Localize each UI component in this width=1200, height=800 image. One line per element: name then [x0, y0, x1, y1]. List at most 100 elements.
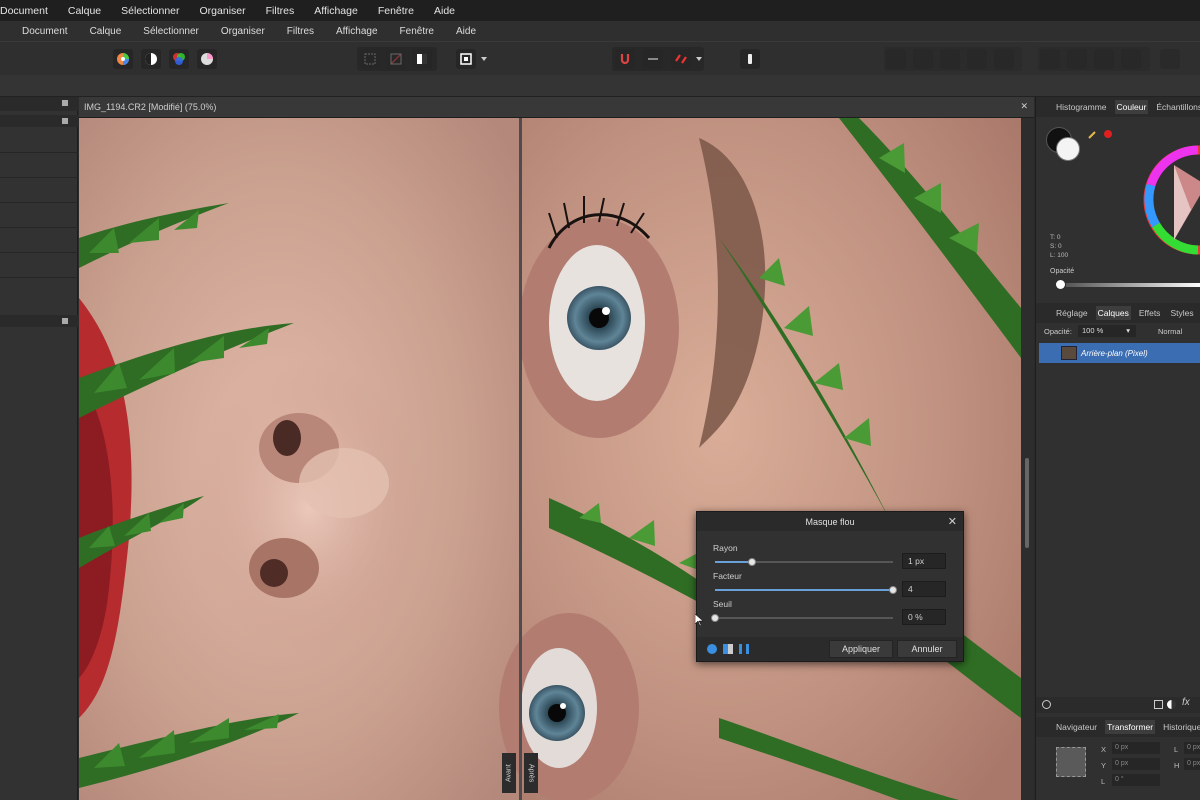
app-menu-document[interactable]: Document: [22, 26, 68, 37]
menu-fenetre[interactable]: Fenêtre: [378, 5, 414, 17]
anchor-point-icon[interactable]: [1056, 747, 1086, 777]
quick-mask-icon[interactable]: [456, 49, 476, 69]
menu-selectionner[interactable]: Sélectionner: [121, 5, 179, 17]
intersect-shape-icon[interactable]: [1094, 49, 1114, 69]
bar-icon[interactable]: [643, 49, 663, 69]
menu-filtres[interactable]: Filtres: [266, 5, 295, 17]
panel-menu-icon[interactable]: [62, 118, 68, 124]
image-canvas[interactable]: Avant Après: [79, 118, 1021, 800]
magnet-icon[interactable]: [615, 49, 635, 69]
opacity-slider[interactable]: [1066, 283, 1200, 287]
contrast-icon[interactable]: [141, 49, 161, 69]
chevron-down-icon[interactable]: [694, 49, 704, 69]
menu-organiser[interactable]: Organiser: [200, 5, 246, 17]
add-shape-icon[interactable]: [1040, 49, 1060, 69]
tab-historique[interactable]: Historique: [1161, 720, 1200, 734]
app-menu-aide[interactable]: Aide: [456, 26, 476, 37]
tab-effets[interactable]: Effets: [1137, 306, 1163, 320]
tab-reglage[interactable]: Réglage: [1054, 306, 1090, 320]
mirror-view-icon[interactable]: [739, 644, 749, 654]
cancel-button[interactable]: Annuler: [897, 640, 957, 658]
layer-options-icon[interactable]: [1042, 700, 1051, 709]
factor-input[interactable]: 4: [902, 581, 946, 597]
divider: [0, 227, 78, 228]
vertical-scrollbar[interactable]: [1021, 118, 1034, 800]
menu-aide[interactable]: Aide: [434, 5, 455, 17]
radius-input[interactable]: 1 px: [902, 553, 946, 569]
tab-echantillons[interactable]: Échantillons: [1154, 100, 1200, 114]
before-label: Avant: [502, 753, 516, 793]
add-layer-icon[interactable]: [1154, 700, 1163, 709]
align-right-icon[interactable]: [940, 49, 960, 69]
menu-document[interactable]: Document: [0, 5, 48, 17]
radius-slider-knob[interactable]: [748, 558, 757, 566]
align-center-icon[interactable]: [913, 49, 933, 69]
hand-tool-icon[interactable]: [740, 49, 760, 69]
extra-tool-icon[interactable]: [1160, 49, 1180, 69]
menu-affichage[interactable]: Affichage: [314, 5, 358, 17]
document-title: IMG_1194.CR2 [Modifié] (75.0%): [84, 102, 217, 112]
app-menu-calque[interactable]: Calque: [90, 26, 122, 37]
app-menu-selectionner[interactable]: Sélectionner: [143, 26, 199, 37]
tab-couleur[interactable]: Couleur: [1114, 100, 1149, 114]
tab-styles[interactable]: Styles: [1168, 306, 1195, 320]
apply-button[interactable]: Appliquer: [829, 640, 893, 658]
scrollbar-thumb[interactable]: [1025, 458, 1029, 548]
app-menu-affichage[interactable]: Affichage: [336, 26, 378, 37]
threshold-input[interactable]: 0 %: [902, 609, 946, 625]
factor-slider[interactable]: [715, 586, 897, 594]
layer-row-background[interactable]: Arrière-plan (Pixel): [1039, 343, 1200, 363]
factor-slider-knob[interactable]: [889, 586, 897, 594]
opacity-slider-knob[interactable]: [1056, 280, 1065, 289]
panel-menu-icon[interactable]: [62, 100, 68, 106]
blend-mode-select[interactable]: Normal: [1158, 327, 1182, 336]
tab-calques[interactable]: Calques: [1095, 306, 1131, 320]
marquee-icon[interactable]: [360, 49, 380, 69]
mouse-cursor-icon: [694, 613, 704, 627]
eyedropper-icon[interactable]: [1088, 129, 1098, 139]
fx-icon[interactable]: fx: [1182, 697, 1190, 708]
xor-shape-icon[interactable]: [1121, 49, 1141, 69]
transform-height-input[interactable]: 0 px: [1184, 758, 1200, 770]
transform-width-input[interactable]: 0 px: [1184, 742, 1200, 754]
subtract-shape-icon[interactable]: [1067, 49, 1087, 69]
app-menu-organiser[interactable]: Organiser: [221, 26, 265, 37]
chevron-down-icon[interactable]: ▾: [1126, 325, 1130, 337]
dialog-title-bar[interactable]: Masque flou ✕: [697, 512, 963, 531]
close-icon[interactable]: ✕: [1020, 101, 1028, 112]
align-bottom-icon[interactable]: [994, 49, 1014, 69]
transform-x-input[interactable]: 0 px: [1112, 742, 1160, 754]
dialog-title: Masque flou: [805, 516, 855, 527]
adjustment-icon[interactable]: [1167, 700, 1176, 709]
color-wheel-icon[interactable]: [113, 49, 133, 69]
document-tab[interactable]: IMG_1194.CR2 [Modifié] (75.0%) ✕: [79, 97, 1034, 118]
layer-opacity-input[interactable]: 100 % ▾: [1078, 325, 1136, 337]
threshold-slider[interactable]: [711, 614, 893, 622]
align-left-icon[interactable]: [886, 49, 906, 69]
color-wheel[interactable]: [1136, 145, 1200, 255]
radius-slider[interactable]: [715, 558, 893, 566]
right-studio-panel: Histogramme Couleur Échantillons T: 0 S:…: [1035, 97, 1200, 800]
menu-calque[interactable]: Calque: [68, 5, 101, 17]
invert-selection-icon[interactable]: [412, 49, 432, 69]
rgb-icon[interactable]: [169, 49, 189, 69]
snap-magnet-icon[interactable]: [671, 49, 691, 69]
app-menu-filtres[interactable]: Filtres: [287, 26, 314, 37]
secondary-color-swatch[interactable]: [1056, 137, 1080, 161]
align-top-icon[interactable]: [967, 49, 987, 69]
threshold-slider-knob[interactable]: [711, 614, 719, 622]
split-view-icon[interactable]: [723, 644, 733, 654]
transform-rotation-input[interactable]: 0 °: [1112, 774, 1160, 786]
preview-toggle-icon[interactable]: [707, 644, 717, 654]
color-reset-icon[interactable]: [1104, 130, 1112, 138]
no-selection-icon[interactable]: [386, 49, 406, 69]
close-icon[interactable]: ✕: [948, 515, 957, 528]
transform-y-input[interactable]: 0 px: [1112, 758, 1160, 770]
panel-menu-icon[interactable]: [62, 318, 68, 324]
tab-navigateur[interactable]: Navigateur: [1054, 720, 1099, 734]
chevron-down-icon[interactable]: [478, 49, 490, 69]
app-menu-fenetre[interactable]: Fenêtre: [400, 26, 434, 37]
white-balance-icon[interactable]: [197, 49, 217, 69]
tab-histogramme[interactable]: Histogramme: [1054, 100, 1109, 114]
tab-transformer[interactable]: Transformer: [1105, 720, 1156, 734]
